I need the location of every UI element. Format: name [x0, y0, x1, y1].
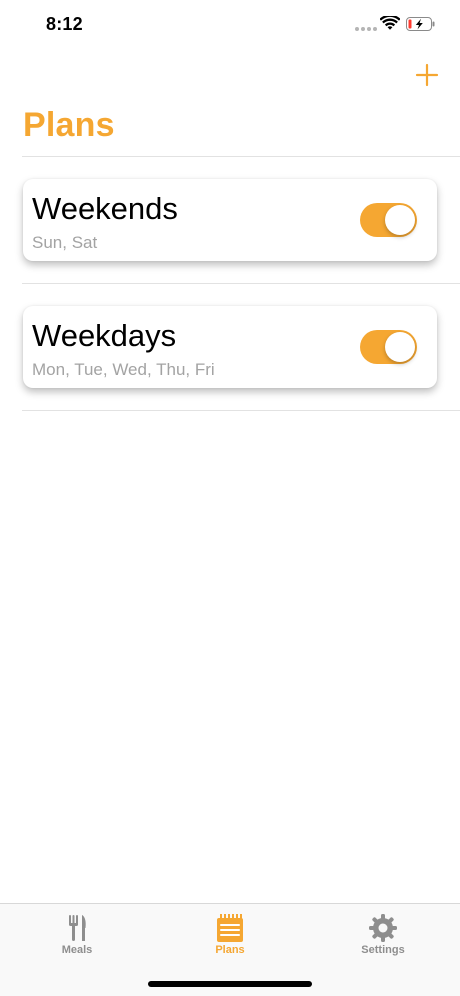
battery-charging-icon: [406, 17, 435, 31]
page-title: Plans: [23, 106, 115, 144]
tab-meals[interactable]: Meals: [17, 908, 137, 964]
tab-label: Plans: [215, 944, 245, 956]
plan-days: Mon, Tue, Wed, Thu, Fri: [32, 360, 215, 379]
home-indicator[interactable]: [148, 981, 312, 987]
plan-card-weekdays[interactable]: Weekdays Mon, Tue, Wed, Thu, Fri: [23, 306, 437, 388]
add-plan-button[interactable]: [412, 60, 442, 90]
status-time: 8:12: [46, 14, 83, 34]
fork-knife-icon: [69, 915, 86, 941]
tab-label: Settings: [361, 944, 405, 956]
plan-name: Weekdays: [32, 318, 177, 353]
toggle-knob: [385, 205, 415, 235]
toggle-knob: [385, 332, 415, 362]
wifi-icon: [380, 16, 400, 30]
tab-plans[interactable]: Plans: [170, 908, 290, 964]
plan-enabled-toggle[interactable]: [360, 203, 417, 237]
calendar-icon: [217, 914, 243, 942]
tab-label: Meals: [61, 944, 93, 956]
divider: [22, 156, 460, 157]
status-bar: 8:12: [0, 0, 460, 50]
tab-settings[interactable]: Settings: [323, 908, 443, 964]
plan-name: Weekends: [32, 191, 178, 226]
cellular-signal-icon: [355, 27, 377, 31]
plan-card-weekends[interactable]: Weekends Sun, Sat: [23, 179, 437, 261]
plan-enabled-toggle[interactable]: [360, 330, 417, 364]
gear-icon: [369, 914, 397, 942]
plan-days: Sun, Sat: [32, 233, 98, 252]
divider: [22, 283, 460, 284]
divider: [22, 410, 460, 411]
